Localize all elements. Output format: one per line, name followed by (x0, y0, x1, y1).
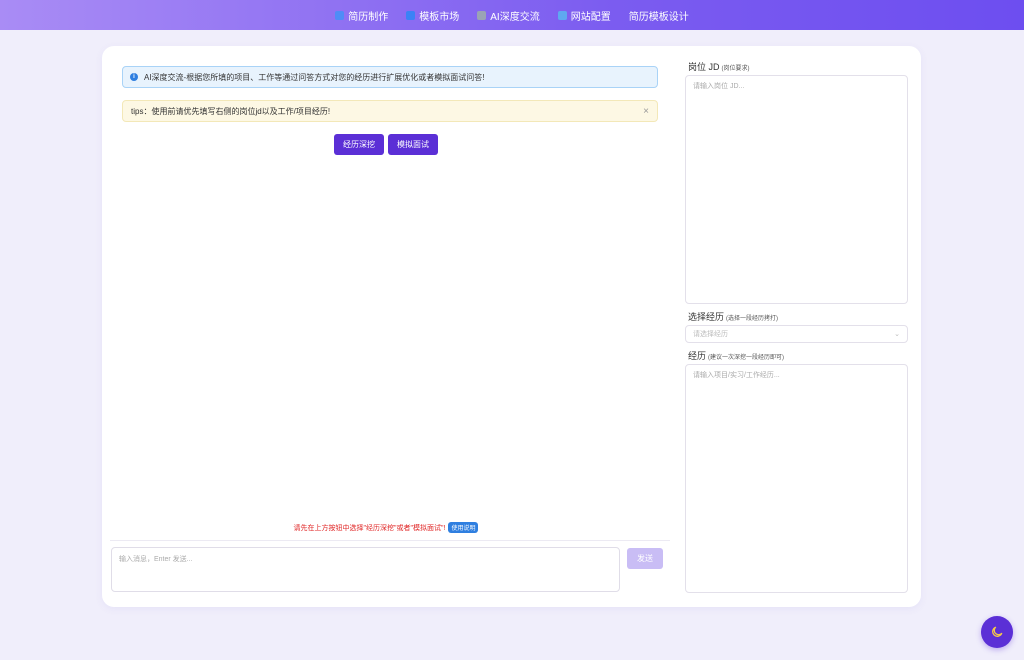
document-icon (557, 10, 567, 20)
experience-textarea[interactable]: 请输入项目/实习/工作经历... (685, 364, 908, 593)
nav-item-resume-make[interactable]: 简历制作 (335, 8, 388, 23)
chat-panel: i AI深度交流-根据您所填的项目、工作等通过问答方式对您的经历进行扩展优化或者… (102, 46, 670, 607)
info-alert: i AI深度交流-根据您所填的项目、工作等通过问答方式对您的经历进行扩展优化或者… (122, 66, 658, 88)
moon-icon (992, 626, 1003, 637)
form-panel: 岗位 JD (岗位要求) 请输入岗位 JD... 选择经历 (选择一段经历拷打)… (685, 46, 908, 607)
experience-label: 经历 (建议一次深挖一段经历即可) (688, 349, 784, 362)
theme-toggle-button[interactable] (981, 616, 1013, 648)
experience-select-placeholder: 请选择经历 (693, 331, 728, 338)
select-label-sub: (选择一段经历拷打) (726, 316, 779, 322)
divider (110, 540, 670, 541)
top-nav: 简历制作 模板市场 AI深度交流 网站配置 简历模板设计 (0, 0, 1024, 30)
info-alert-text: AI深度交流-根据您所填的项目、工作等通过问答方式对您的经历进行扩展优化或者模拟… (144, 72, 485, 82)
mock-interview-button[interactable]: 模拟面试 (388, 134, 438, 155)
mode-button-group: 经历深挖 模拟面试 (102, 134, 670, 155)
experience-label-text: 经历 (688, 351, 707, 361)
jd-label: 岗位 JD (岗位要求) (688, 60, 750, 73)
edit-icon (335, 10, 345, 20)
nav-item-label: 模板市场 (419, 11, 460, 23)
robot-icon (477, 10, 487, 20)
experience-label-sub: (建议一次深挖一段经历即可) (708, 355, 785, 361)
mode-hint: 请先在上方按钮中选择"经历深挖"或者"模拟面试"! 使用说明 (102, 522, 670, 533)
info-icon: i (130, 73, 138, 81)
message-input[interactable]: 输入消息，Enter 发送... (111, 547, 620, 592)
nav-item-label: 简历制作 (348, 11, 389, 23)
nav-item-label: AI深度交流 (490, 11, 540, 23)
main-card: i AI深度交流-根据您所填的项目、工作等通过问答方式对您的经历进行扩展优化或者… (102, 46, 921, 607)
select-experience-label: 选择经历 (选择一段经历拷打) (688, 310, 778, 323)
experience-dig-button[interactable]: 经历深挖 (334, 134, 384, 155)
chevron-down-icon: ⌄ (894, 331, 900, 338)
grid-icon (406, 10, 416, 20)
select-label-text: 选择经历 (688, 312, 725, 322)
nav-item-template-design[interactable]: 简历模板设计 (629, 8, 689, 23)
send-button[interactable]: 发送 (627, 548, 663, 569)
tip-alert: tips：使用前请优先填写右侧的岗位jd以及工作/项目经历! × (122, 100, 658, 122)
experience-select[interactable]: 请选择经历 ⌄ (685, 325, 908, 343)
tip-alert-text: tips：使用前请优先填写右侧的岗位jd以及工作/项目经历! (131, 106, 331, 116)
jd-textarea[interactable]: 请输入岗位 JD... (685, 75, 908, 304)
jd-label-text: 岗位 JD (688, 62, 720, 72)
nav-item-template-market[interactable]: 模板市场 (406, 8, 459, 23)
nav-item-site-config[interactable]: 网站配置 (557, 8, 611, 23)
usage-help-button[interactable]: 使用说明 (448, 522, 479, 533)
jd-label-sub: (岗位要求) (721, 66, 750, 72)
nav-item-label: 网站配置 (570, 11, 611, 23)
mode-hint-text: 请先在上方按钮中选择"经历深挖"或者"模拟面试"! (293, 524, 446, 532)
nav-item-label: 简历模板设计 (628, 11, 689, 23)
close-icon[interactable]: × (643, 106, 649, 117)
nav-item-ai-chat[interactable]: AI深度交流 (477, 8, 540, 23)
